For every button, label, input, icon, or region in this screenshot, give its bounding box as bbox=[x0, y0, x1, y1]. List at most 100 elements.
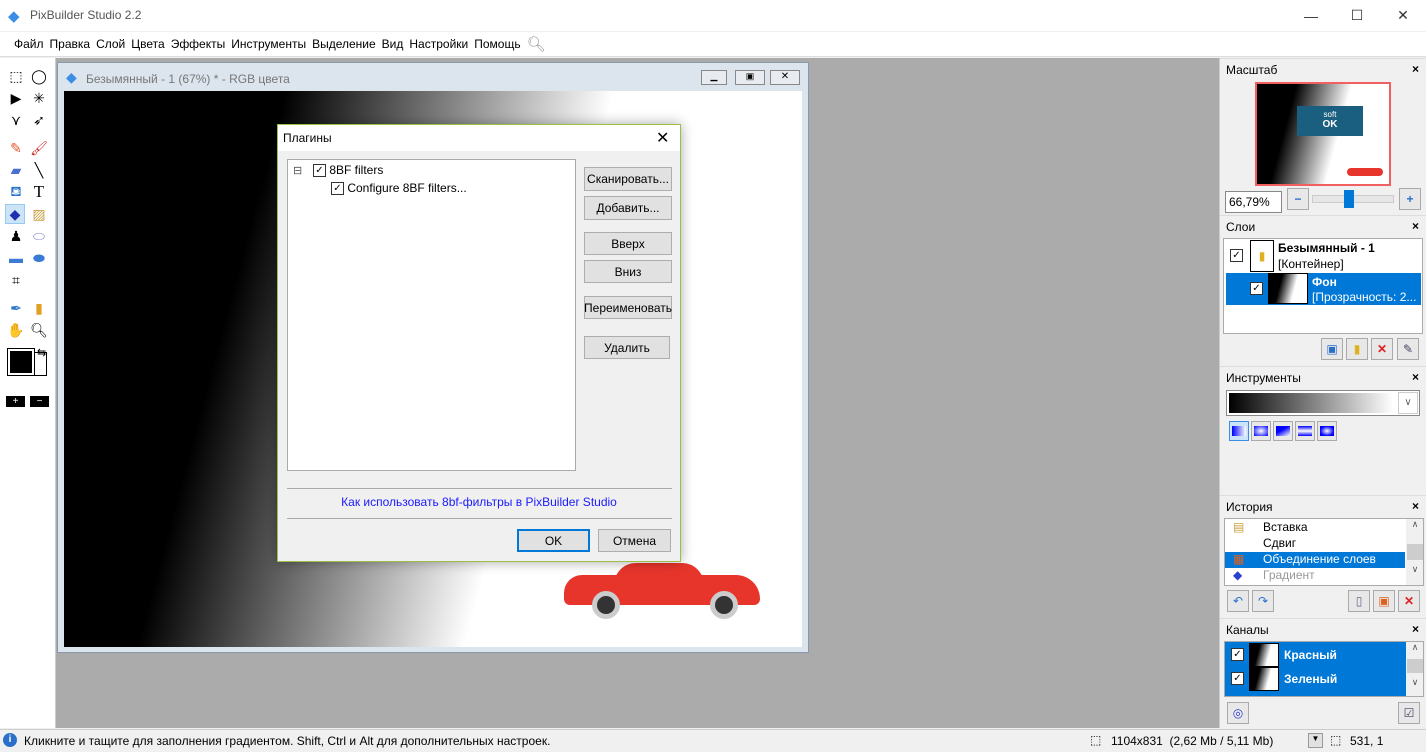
menu-layer[interactable]: Слой bbox=[96, 37, 125, 51]
minimize-button[interactable]: — bbox=[1288, 0, 1334, 31]
menu-effects[interactable]: Эффекты bbox=[171, 37, 226, 51]
menu-colors[interactable]: Цвета bbox=[131, 37, 164, 51]
doc-close-button[interactable]: ✕ bbox=[770, 70, 800, 85]
add-button[interactable]: Добавить... bbox=[584, 196, 672, 220]
close-button[interactable]: ✕ bbox=[1380, 0, 1426, 31]
channel-select-all-icon[interactable]: ☑ bbox=[1398, 702, 1420, 724]
lasso-icon[interactable]: ◯ bbox=[29, 66, 49, 86]
layer-row[interactable]: ✓ ▮ Безымянный - 1 [Контейнер] bbox=[1224, 239, 1422, 273]
move-down-button[interactable]: Вниз bbox=[584, 260, 672, 283]
text-icon[interactable]: T bbox=[29, 182, 49, 202]
close-icon[interactable]: × bbox=[1412, 370, 1419, 384]
tree-item[interactable]: ✓ Configure 8BF filters... bbox=[331, 181, 467, 196]
menu-view[interactable]: Вид bbox=[382, 37, 404, 51]
menu-selection[interactable]: Выделение bbox=[312, 37, 376, 51]
tree-item[interactable]: ✓ 8BF filters bbox=[313, 163, 383, 178]
delete-history-icon[interactable]: ✕ bbox=[1398, 590, 1420, 612]
rename-button[interactable]: Переименовать bbox=[584, 296, 672, 319]
dropdown-button[interactable]: ▼ bbox=[1308, 733, 1323, 748]
close-icon[interactable]: × bbox=[1412, 622, 1419, 636]
diamond-gradient-icon[interactable] bbox=[1317, 421, 1337, 441]
close-icon[interactable]: × bbox=[1412, 219, 1419, 233]
eyedropper-icon[interactable]: ✒ bbox=[6, 298, 26, 318]
layer-properties-icon[interactable]: ✎ bbox=[1397, 338, 1419, 360]
close-icon[interactable]: × bbox=[1412, 499, 1419, 513]
magnetic-lasso-icon[interactable]: ➶ bbox=[29, 110, 49, 130]
stamp-icon[interactable]: ♟ bbox=[6, 226, 26, 246]
channel-mask-icon[interactable]: ◎ bbox=[1227, 702, 1249, 724]
channel-row[interactable]: ✓ Красный bbox=[1225, 643, 1405, 667]
radial-gradient-icon[interactable] bbox=[1251, 421, 1271, 441]
navigator-thumbnail[interactable]: soft OK bbox=[1255, 82, 1391, 186]
zoom-in-icon[interactable]: + bbox=[6, 396, 25, 407]
zoom-icon[interactable]: 🔍︎ bbox=[29, 320, 49, 340]
move-icon[interactable]: ▶ bbox=[6, 88, 26, 108]
new-document-icon[interactable]: ▯ bbox=[1348, 590, 1370, 612]
cancel-button[interactable]: Отмена bbox=[598, 529, 671, 552]
checkbox[interactable]: ✓ bbox=[331, 182, 344, 196]
gradient-select[interactable]: ∨ bbox=[1226, 390, 1420, 416]
channel-row[interactable]: ✓ Зеленый bbox=[1225, 667, 1405, 691]
color-replace-icon[interactable]: ▨ bbox=[29, 204, 49, 224]
menu-file[interactable]: Файл bbox=[14, 37, 44, 51]
poly-lasso-icon[interactable]: ⋎ bbox=[6, 110, 26, 130]
history-item[interactable]: Сдвиг bbox=[1225, 536, 1405, 552]
history-item[interactable]: ◆ Градиент bbox=[1225, 568, 1405, 584]
ellipse-shape-icon[interactable]: ⬬ bbox=[29, 248, 49, 268]
ruler-icon[interactable]: ▮ bbox=[29, 298, 49, 318]
layer-visibility-checkbox[interactable]: ✓ bbox=[1230, 249, 1243, 262]
pencil-icon[interactable]: ✎ bbox=[6, 138, 26, 158]
linear-gradient-icon[interactable] bbox=[1229, 421, 1249, 441]
foreground-color-swatch[interactable] bbox=[7, 348, 35, 376]
history-item[interactable]: ▤ Вставка bbox=[1225, 520, 1405, 536]
line-icon[interactable]: ╲ bbox=[29, 160, 49, 180]
zoom-slider-thumb[interactable] bbox=[1344, 190, 1355, 208]
delete-layer-icon[interactable]: ✕ bbox=[1371, 338, 1393, 360]
gradient-icon[interactable]: ◆ bbox=[5, 204, 25, 224]
dialog-close-icon[interactable]: ✕ bbox=[656, 128, 669, 148]
swap-colors-icon[interactable]: ⇆ bbox=[37, 346, 46, 359]
channel-checkbox[interactable]: ✓ bbox=[1231, 648, 1244, 661]
chevron-down-icon[interactable]: ∨ bbox=[1398, 392, 1418, 414]
collapse-icon[interactable]: ⊟ bbox=[293, 164, 302, 177]
layer-visibility-checkbox[interactable]: ✓ bbox=[1250, 282, 1263, 295]
snapshot-icon[interactable]: ▣ bbox=[1373, 590, 1395, 612]
rect-select-icon[interactable]: ⬚ bbox=[6, 66, 26, 86]
scan-button[interactable]: Сканировать... bbox=[584, 167, 672, 191]
new-layer-icon[interactable]: ▣ bbox=[1321, 338, 1343, 360]
maximize-button[interactable]: ☐ bbox=[1334, 0, 1380, 31]
ok-button[interactable]: OK bbox=[517, 529, 590, 552]
menu-edit[interactable]: Правка bbox=[50, 37, 91, 51]
menu-tools[interactable]: Инструменты bbox=[231, 37, 306, 51]
help-link[interactable]: Как использовать 8bf-фильтры в PixBuilde… bbox=[278, 495, 680, 509]
history-item-selected[interactable]: ▦ Объединение слоев bbox=[1225, 552, 1405, 568]
channels-scrollbar[interactable]: ∧ ∨ bbox=[1406, 642, 1423, 696]
close-icon[interactable]: × bbox=[1412, 62, 1419, 76]
channel-checkbox[interactable]: ✓ bbox=[1231, 672, 1244, 685]
reflected-gradient-icon[interactable] bbox=[1295, 421, 1315, 441]
layer-row-selected[interactable]: ✓ Фон [Прозрачность: 2... bbox=[1226, 273, 1421, 305]
brush-icon[interactable]: 🖌︎ bbox=[29, 138, 49, 158]
hand-icon[interactable]: ✋ bbox=[6, 320, 26, 340]
healing-icon[interactable]: ⬭ bbox=[29, 226, 49, 246]
zoom-in-button[interactable]: + bbox=[1399, 188, 1421, 210]
history-scrollbar[interactable]: ∧ ∨ bbox=[1406, 519, 1423, 585]
fill-bucket-icon[interactable]: ⛾ bbox=[6, 182, 26, 202]
eraser-icon[interactable]: ▰ bbox=[6, 160, 26, 180]
menu-settings[interactable]: Настройки bbox=[409, 37, 468, 51]
doc-restore-button[interactable]: ▣ bbox=[735, 70, 765, 85]
zoom-out-button[interactable]: − bbox=[1287, 188, 1309, 210]
undo-icon[interactable]: ↶ bbox=[1227, 590, 1249, 612]
move-up-button[interactable]: Вверх bbox=[584, 232, 672, 255]
search-icon[interactable]: 🔍︎ bbox=[527, 35, 546, 53]
zoom-value-input[interactable]: 66,79% bbox=[1225, 191, 1282, 213]
menu-help[interactable]: Помощь bbox=[474, 37, 520, 51]
checkbox[interactable]: ✓ bbox=[313, 164, 326, 178]
doc-minimize-button[interactable]: ▁ bbox=[701, 70, 727, 85]
magic-wand-icon[interactable]: ✳ bbox=[29, 88, 49, 108]
rect-shape-icon[interactable]: ▬ bbox=[6, 248, 26, 268]
zoom-out-icon[interactable]: − bbox=[30, 396, 49, 407]
new-group-icon[interactable]: ▮ bbox=[1346, 338, 1368, 360]
delete-button[interactable]: Удалить bbox=[584, 336, 670, 359]
crop-icon[interactable]: ⌗ bbox=[6, 270, 26, 290]
